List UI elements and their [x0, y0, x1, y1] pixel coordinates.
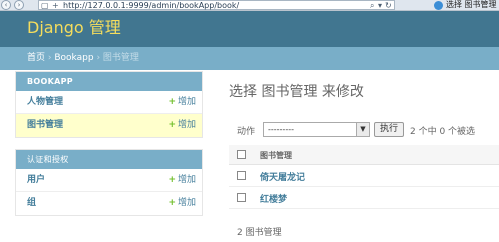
- plus-icon: +: [168, 175, 176, 185]
- search-dropdown-icon[interactable]: ▾: [378, 1, 382, 11]
- module-caption[interactable]: 认证和授权: [16, 150, 202, 169]
- address-bar[interactable]: ▢ + http://127.0.0.1:9999/admin/bookApp/…: [38, 0, 395, 10]
- actions-label: 动作: [237, 127, 256, 137]
- refresh-icon[interactable]: ↻: [385, 1, 392, 11]
- column-header[interactable]: 图书管理: [260, 150, 292, 161]
- row-link[interactable]: 红楼梦: [260, 192, 287, 205]
- app-sidebar: BOOKAPP 人物管理 + 增加 图书管理 + 增加 认证和授权 用户 + 增加 组…: [15, 71, 203, 228]
- compatibility-icon[interactable]: +: [52, 1, 59, 11]
- plus-icon: +: [168, 97, 176, 107]
- model-link[interactable]: 人物管理: [27, 91, 63, 114]
- select-all-checkbox[interactable]: [237, 150, 246, 159]
- model-row-users: 用户 + 增加: [16, 169, 202, 192]
- admin-header: Django 管理: [0, 11, 499, 47]
- url-text: http://127.0.0.1:9999/admin/bookApp/book…: [63, 1, 240, 10]
- browser-toolbar: ‹ › ▢ + http://127.0.0.1:9999/admin/book…: [0, 0, 499, 11]
- action-select[interactable]: --------- ▼: [263, 122, 370, 137]
- table-header: 图书管理: [229, 145, 499, 165]
- module-caption[interactable]: BOOKAPP: [16, 72, 202, 91]
- model-link[interactable]: 组: [27, 192, 36, 215]
- plus-icon: +: [168, 120, 176, 130]
- table-row: 红楼梦: [229, 187, 499, 209]
- run-action-button[interactable]: 执行: [374, 122, 404, 137]
- add-link[interactable]: + 增加: [168, 114, 196, 137]
- action-counter: 2 个中 0 个被选: [410, 127, 476, 137]
- model-row-people: 人物管理 + 增加: [16, 91, 202, 114]
- add-link[interactable]: + 增加: [168, 192, 196, 215]
- chevron-down-icon[interactable]: ▼: [356, 123, 369, 136]
- add-label: 增加: [177, 175, 196, 185]
- row-checkbox[interactable]: [237, 193, 246, 202]
- add-link[interactable]: + 增加: [168, 169, 196, 192]
- search-icon[interactable]: ⌕: [370, 1, 374, 11]
- browser-tab[interactable]: 选择 图书管理: [446, 0, 497, 10]
- row-link[interactable]: 倚天屠龙记: [260, 170, 305, 183]
- site-title[interactable]: Django 管理: [27, 17, 121, 39]
- model-link[interactable]: 用户: [27, 169, 45, 192]
- model-link[interactable]: 图书管理: [27, 114, 63, 137]
- result-list: 图书管理 倚天屠龙记 红楼梦: [229, 145, 499, 209]
- plus-icon: +: [168, 198, 176, 208]
- page-icon: ▢: [41, 1, 49, 10]
- model-row-groups: 组 + 增加: [16, 192, 202, 215]
- add-label: 增加: [177, 97, 196, 107]
- breadcrumb-app[interactable]: Bookapp: [54, 53, 93, 63]
- breadcrumb-separator: ›: [96, 53, 101, 63]
- module-auth: 认证和授权 用户 + 增加 组 + 增加: [15, 149, 203, 216]
- model-row-books: 图书管理 + 增加: [16, 114, 202, 137]
- paginator: 2 图书管理: [237, 228, 282, 238]
- page-title: 选择 图书管理 来修改: [229, 84, 364, 100]
- breadcrumb: 首页 › Bookapp › 图书管理: [0, 47, 499, 70]
- browser-tab-icon: [434, 1, 443, 10]
- breadcrumb-current: 图书管理: [102, 53, 139, 63]
- add-link[interactable]: + 增加: [168, 91, 196, 114]
- add-label: 增加: [177, 120, 196, 130]
- breadcrumb-home[interactable]: 首页: [27, 53, 45, 63]
- action-select-value: ---------: [268, 125, 294, 134]
- actions-bar: 动作 --------- ▼ 执行 2 个中 0 个被选: [229, 120, 499, 140]
- table-row: 倚天屠龙记: [229, 165, 499, 187]
- module-bookapp: BOOKAPP 人物管理 + 增加 图书管理 + 增加: [15, 71, 203, 138]
- back-button[interactable]: ‹: [1, 0, 11, 10]
- row-checkbox[interactable]: [237, 171, 246, 180]
- add-label: 增加: [177, 198, 196, 208]
- breadcrumb-separator: ›: [47, 53, 52, 63]
- forward-button[interactable]: ›: [14, 0, 24, 10]
